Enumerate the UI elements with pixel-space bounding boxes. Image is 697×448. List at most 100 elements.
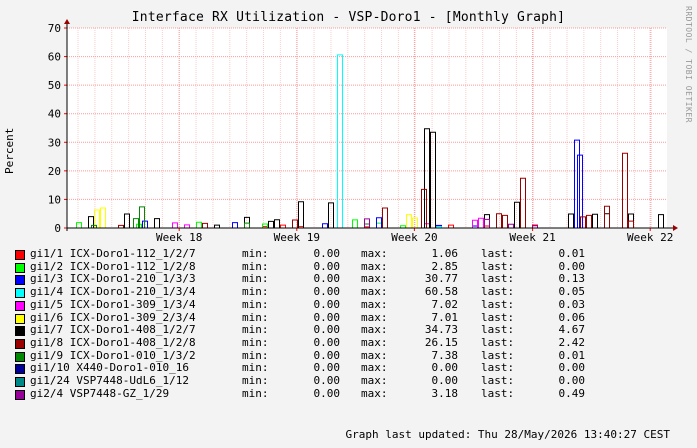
legend-min-label: min: [242, 247, 269, 260]
legend-last-label: last: [481, 323, 515, 337]
legend-min-value: 0.00 [313, 297, 341, 311]
legend-last-value: 0.01 [558, 348, 586, 362]
legend-max-label: max: [361, 247, 388, 260]
legend-max-value: 7.38 [431, 348, 459, 362]
legend-name: gi1/4 ICX-Doro1-210_1/3/4 [30, 285, 196, 299]
legend-swatch [15, 288, 25, 299]
x-tick-label: Week 20 [391, 231, 437, 244]
legend-last-value: 0.00 [558, 361, 586, 375]
legend-last-value: 0.03 [558, 297, 586, 311]
x-tick-label: Week 22 [627, 231, 673, 244]
legend-min-label: min: [242, 361, 269, 375]
legend-max-value: 7.01 [431, 310, 459, 324]
y-tick-label: 20 [48, 165, 61, 178]
y-tick-label: 0 [54, 222, 61, 235]
legend-last-value: 0.13 [558, 272, 586, 286]
legend-last-value: 0.06 [558, 310, 586, 324]
legend-last-label: last: [481, 386, 515, 400]
legend-last-label: last: [481, 259, 515, 273]
y-tick-label: 60 [48, 51, 61, 64]
legend-min-label: min: [242, 297, 269, 311]
legend-min-label: min: [242, 348, 269, 362]
y-tick-label: 40 [48, 108, 61, 121]
legend-min-label: min: [242, 310, 269, 324]
legend-min-label: min: [242, 323, 269, 337]
legend-last-label: last: [481, 310, 515, 324]
x-tick-label: Week 21 [509, 231, 555, 244]
legend-name: gi1/2 ICX-Doro1-112_1/2/8 [30, 259, 196, 273]
legend-swatch [15, 377, 25, 387]
legend-last-value: 0.49 [558, 386, 586, 400]
legend-name: gi1/10 X440-Doro1-010_16 [30, 361, 189, 375]
legend-min-value: 0.00 [313, 348, 341, 362]
legend-max-value: 26.15 [424, 335, 458, 349]
legend-max-value: 30.77 [424, 272, 458, 286]
x-axis-arrow [673, 225, 678, 231]
last-updated: Graph last updated: Thu 28/May/2026 13:4… [345, 428, 670, 441]
legend-min-value: 0.00 [313, 272, 341, 286]
legend-min-label: min: [242, 272, 269, 286]
legend-min-label: min: [242, 335, 269, 349]
legend-min-value: 0.00 [313, 374, 341, 387]
legend-name: gi1/8 ICX-Doro1-408_1/2/8 [30, 335, 196, 349]
legend-max-value: 60.58 [424, 285, 458, 299]
legend-min-value: 0.00 [313, 247, 341, 260]
legend-last-value: 0.05 [558, 285, 586, 299]
legend-min-label: min: [242, 259, 269, 273]
legend-name: gi1/7 ICX-Doro1-408_1/2/7 [30, 323, 196, 337]
legend-name: gi1/1 ICX-Doro1-112_1/2/7 [30, 247, 196, 260]
y-tick-label: 50 [48, 79, 61, 92]
x-tick-label: Week 19 [274, 231, 320, 244]
legend-swatch [15, 389, 25, 400]
legend-max-value: 2.85 [431, 259, 459, 273]
legend-last-value: 0.01 [558, 247, 586, 260]
legend-max-value: 0.00 [431, 374, 459, 387]
legend-swatch [15, 326, 25, 337]
legend-last-value: 2.42 [558, 335, 586, 349]
legend-max-label: max: [361, 272, 388, 286]
legend-swatch [15, 351, 25, 362]
legend-max-label: max: [361, 297, 388, 311]
legend-min-label: min: [242, 386, 269, 400]
legend-max-label: max: [361, 386, 388, 400]
legend-last-label: last: [481, 247, 515, 260]
legend-last-label: last: [481, 348, 515, 362]
legend-swatch [15, 364, 25, 375]
legend-max-label: max: [361, 259, 388, 273]
legend-max-label: max: [361, 285, 388, 299]
legend-max-label: max: [361, 323, 388, 337]
legend-last-value: 4.67 [558, 323, 586, 337]
legend-name: gi1/24 VSP7448-UdL6_1/12 [30, 374, 189, 387]
legend-name: gi1/3 ICX-Doro1-210_1/3/3 [30, 272, 196, 286]
legend-swatch [15, 250, 25, 260]
legend-min-value: 0.00 [313, 310, 341, 324]
legend-max-label: max: [361, 374, 388, 387]
legend-min-label: min: [242, 285, 269, 299]
legend-max-value: 1.06 [431, 247, 459, 260]
x-tick-label: Week 18 [156, 231, 202, 244]
legend-min-label: min: [242, 374, 269, 387]
legend-last-label: last: [481, 272, 515, 286]
legend-max-label: max: [361, 335, 388, 349]
legend-max-label: max: [361, 348, 388, 362]
legend-min-value: 0.00 [313, 323, 341, 337]
legend-last-value: 0.00 [558, 259, 586, 273]
legend-swatch [15, 300, 25, 311]
legend-last-label: last: [481, 374, 515, 387]
legend-swatch [15, 338, 25, 349]
legend-max-value: 34.73 [424, 323, 458, 337]
legend-max-value: 3.18 [431, 386, 459, 400]
y-tick-label: 70 [48, 22, 61, 35]
legend-max-value: 7.02 [431, 297, 459, 311]
legend-last-value: 0.00 [558, 374, 586, 387]
legend-swatch [15, 275, 25, 286]
legend-max-label: max: [361, 310, 388, 324]
legend-last-label: last: [481, 361, 515, 375]
legend-min-value: 0.00 [313, 335, 341, 349]
legend-last-label: last: [481, 285, 515, 299]
legend-name: gi1/9 ICX-Doro1-010_1/3/2 [30, 348, 196, 362]
legend-last-label: last: [481, 297, 515, 311]
y-tick-label: 10 [48, 193, 61, 206]
graph-frame: Interface RX Utilization - VSP-Doro1 - [… [0, 0, 697, 448]
y-tick-label: 30 [48, 136, 61, 149]
